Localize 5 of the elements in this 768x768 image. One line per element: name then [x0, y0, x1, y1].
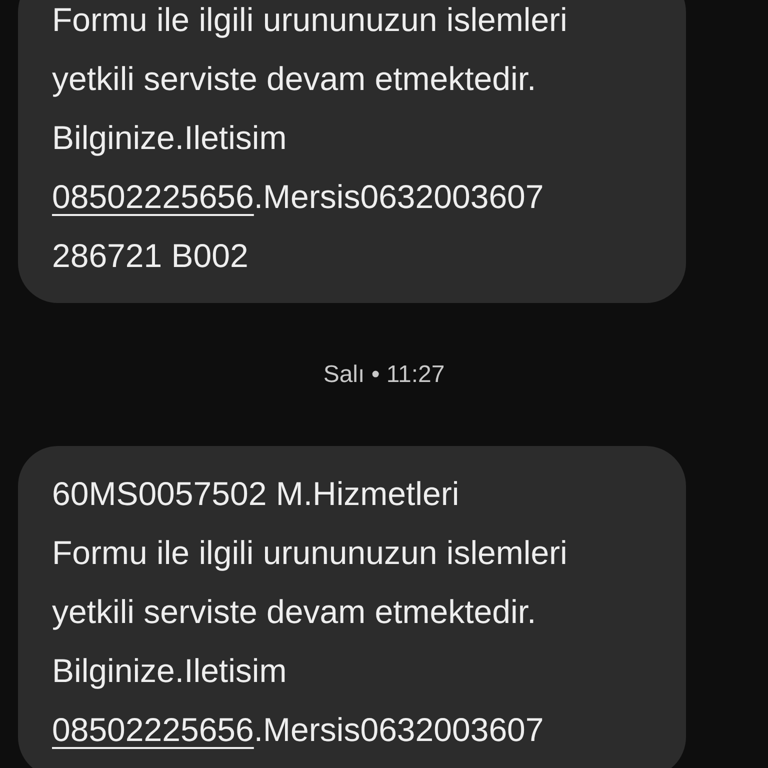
phone-link[interactable]: 08502225656: [52, 178, 254, 215]
message-text: 60MS0057502 M.Hizmetleri Formu ile ilgili urununuzun islemleri yetkili serviste devam etmektedir. Bilginize.Iletisim 08502225656.Mersis0632003607: [52, 474, 568, 750]
phone-link[interactable]: 08502225656: [52, 711, 254, 748]
message-timestamp: Salı • 11:27: [323, 361, 445, 388]
message-text: Formu ile ilgili urununuzun islemleri yetkili serviste devam etmektedir. Bilginize.Iletisim 08502225656.Mersis0632003607 286721 B002: [52, 0, 568, 276]
